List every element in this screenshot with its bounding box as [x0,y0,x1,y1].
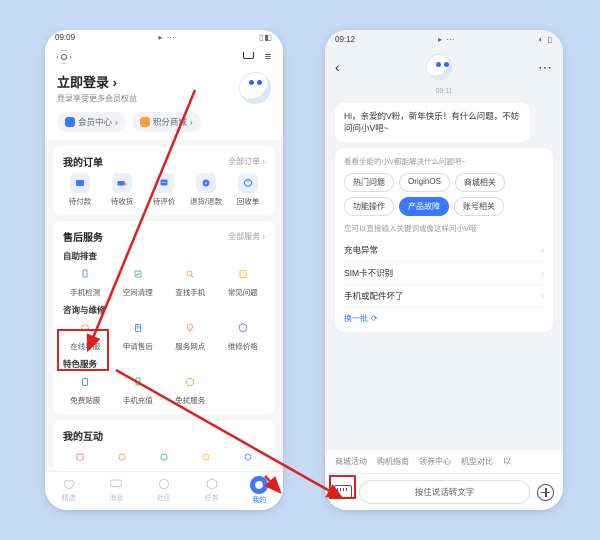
svg-text:?: ? [241,272,244,277]
avatar[interactable] [239,72,271,104]
order-pending-receive[interactable]: 待收货 [101,173,143,207]
svc-repair-price[interactable]: 维修价格 [217,318,270,352]
coin-icon [140,117,150,127]
aftersale-section: 售后服务 全部服务 › 自助排查 手机检测 空间清理 查找手机 ?常见问题 咨询… [53,221,275,414]
input-row: 按住说话转文字 [325,473,563,510]
chevron-right-icon: › [541,268,544,278]
login-title: 立即登录 › [57,72,137,91]
login-row[interactable]: 立即登录 › 登录享受更多会员权益 [45,68,283,112]
inter-3[interactable] [143,447,185,467]
plus-icon[interactable] [537,484,554,501]
faq-broken[interactable]: 手机或配件坏了› [344,285,544,308]
refresh-batch[interactable]: 换一批 ⟳ [344,313,378,324]
order-refund[interactable]: ¥退货/退款 [185,173,227,207]
faq-charge[interactable]: 充电异常› [344,239,544,262]
chips-row: 会员中心 › 积分商城 › [45,112,283,140]
chat-header: ‹ ⋯ [325,48,563,86]
svc-film[interactable]: 免费贴膜 [59,372,112,406]
bottom-nav: 精选 消息 社区 任务 我的 [45,471,283,510]
chevron-right-icon: › [541,291,544,301]
order-recycle[interactable]: 回收单 [227,173,269,207]
inter-5[interactable] [227,447,269,467]
pill-fault[interactable]: 产品故障 [399,197,449,216]
chevron-right-icon: › [541,245,544,255]
keyboard-icon[interactable] [334,485,352,499]
inter-1[interactable] [59,447,101,467]
consult-title: 咨询与维修 [59,302,269,318]
selfcheck-title: 自助排查 [59,248,269,264]
settings-hex-icon[interactable] [57,50,71,64]
interact-section: 我的互动 [53,420,275,471]
pill-mall[interactable]: 商城相关 [455,173,505,192]
bot-avatar [426,54,452,80]
nav-mine[interactable]: 我的 [235,476,283,505]
more-icon[interactable]: ⋯ [538,59,553,76]
chat-body: 09:11 Hi，亲爱的V粉，新年快乐！有什么问题，不妨问问小V吧~ 看看全能的… [325,86,563,449]
quick-4[interactable]: 机型对比 [461,456,493,467]
chat-time: 09:11 [335,88,553,95]
top-bar: ≡ [45,44,283,68]
svc-find[interactable]: 查找手机 [164,264,217,298]
phone-left: 09:09 ▸ ⋯ ▯◧ ≡ 立即登录 › 登录享受更多会员权益 会员中心 › … [45,30,283,510]
chip-points[interactable]: 积分商城 › [132,112,201,132]
status-right: ▯◧ [259,33,273,42]
quick-row: 商城活动 购机指南 领券中心 机型对比 以 [325,449,563,473]
menu-icon[interactable]: ≡ [265,51,271,63]
order-pending-review[interactable]: 待评价 [143,173,185,207]
status-time: 09:12 [335,35,355,44]
orders-title: 我的订单 [63,154,103,169]
nav-mine-icon [250,476,268,494]
quick-3[interactable]: 领券中心 [419,456,451,467]
nav-community[interactable]: 社区 [140,476,188,505]
special-title: 特色服务 [59,356,269,372]
inter-4[interactable] [185,447,227,467]
status-bar: 09:12 ▸ ⋯ ◐ ▯ [325,30,563,48]
category-pills: 热门问题 OriginOS 商城相关 功能操作 产品故障 账号相关 [344,173,544,216]
svc-phone-check[interactable]: 手机检测 [59,264,112,298]
svc-recharge[interactable]: ¥手机充值 [112,372,165,406]
inter-2[interactable] [101,447,143,467]
svc-faq[interactable]: ?常见问题 [217,264,270,298]
svc-clean[interactable]: 空间清理 [112,264,165,298]
phone-right: 09:12 ▸ ⋯ ◐ ▯ ‹ ⋯ 09:11 Hi，亲爱的V粉，新年快乐！有什… [325,30,563,510]
status-icons: ▸ ⋯ [158,33,175,42]
order-pending-pay[interactable]: 待付款 [59,173,101,207]
aftersale-title: 售后服务 [63,229,103,244]
aftersale-more[interactable]: 全部服务 › [228,231,265,242]
card-hint: 看看全能的小V都能解决什么问题吧~ [344,156,544,167]
nav-task[interactable]: 任务 [188,476,236,505]
quick-5[interactable]: 以 [503,456,511,467]
pill-hot[interactable]: 热门问题 [344,173,394,192]
orders-section: 我的订单 全部订单 › 待付款 待收货 待评价 ¥退货/退款 回收单 [53,146,275,215]
status-icons: ▸ ⋯ [438,35,455,44]
chip-member[interactable]: 会员中心 › [57,112,126,132]
back-icon[interactable]: ‹ [335,59,340,75]
svg-text:¥: ¥ [137,379,140,384]
interact-title: 我的互动 [63,428,103,443]
login-subtitle: 登录享受更多会员权益 [57,93,137,104]
status-bar: 09:09 ▸ ⋯ ▯◧ [45,30,283,44]
pill-function[interactable]: 功能操作 [344,197,394,216]
orders-more[interactable]: 全部订单 › [228,156,265,167]
nav-msg[interactable]: 消息 [93,476,141,505]
status-right: ◐ ▯ [539,35,553,44]
sub-hint: 您可以直接输入关键词或像这样问小V哦 [344,223,544,234]
cart-icon[interactable] [241,50,255,64]
quick-2[interactable]: 购机指南 [377,456,409,467]
voice-input[interactable]: 按住说话转文字 [359,480,530,504]
faq-card: 看看全能的小V都能解决什么问题吧~ 热门问题 OriginOS 商城相关 功能操… [335,148,553,332]
svc-service-point[interactable]: 服务网点 [164,318,217,352]
status-time: 09:09 [55,33,75,42]
quick-1[interactable]: 商城活动 [335,456,367,467]
diamond-icon [65,117,75,127]
svc-apply-aftersale[interactable]: 申请售后 [112,318,165,352]
svc-online-support[interactable]: 在线客服 [59,318,112,352]
svc-dnd[interactable]: 免扰服务 [164,372,217,406]
pill-origin[interactable]: OriginOS [399,173,450,192]
pill-account[interactable]: 账号相关 [454,197,504,216]
greeting-bubble: Hi，亲爱的V粉，新年快乐！有什么问题，不妨问问小V吧~ [335,103,530,142]
nav-featured[interactable]: 精选 [45,476,93,505]
faq-sim[interactable]: SIM卡不识别› [344,262,544,285]
